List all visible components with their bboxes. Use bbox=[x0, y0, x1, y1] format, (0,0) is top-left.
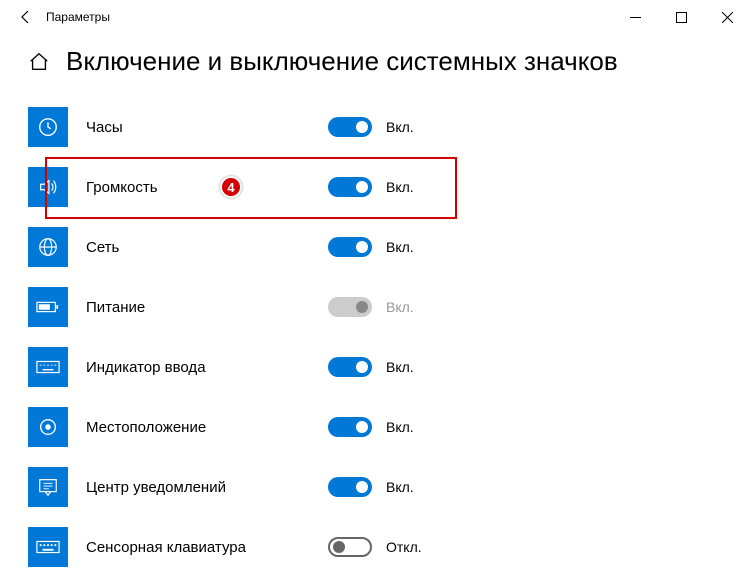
toggle-state: Вкл. bbox=[386, 119, 414, 135]
close-icon bbox=[722, 12, 733, 23]
row-power: Питание Вкл. bbox=[28, 277, 722, 337]
maximize-button[interactable] bbox=[658, 0, 704, 34]
row-input-indicator: Индикатор ввода Вкл. bbox=[28, 337, 722, 397]
window-title: Параметры bbox=[46, 10, 110, 24]
titlebar: Параметры bbox=[0, 0, 750, 34]
toggle-state: Вкл. bbox=[386, 479, 414, 495]
row-label: Местоположение bbox=[86, 419, 206, 436]
toggle-power bbox=[328, 297, 372, 317]
keyboard-icon bbox=[28, 347, 68, 387]
toggle-volume[interactable] bbox=[328, 177, 372, 197]
callout-badge: 4 bbox=[220, 176, 242, 198]
clock-icon bbox=[28, 107, 68, 147]
toggle-state: Вкл. bbox=[386, 179, 414, 195]
row-network: Сеть Вкл. bbox=[28, 217, 722, 277]
battery-icon bbox=[28, 287, 68, 327]
row-clock: Часы Вкл. bbox=[28, 97, 722, 157]
row-label: Индикатор ввода bbox=[86, 359, 206, 376]
arrow-left-icon bbox=[18, 9, 34, 25]
settings-list: Часы Вкл. Громкость 4 Вкл. Сеть Вкл. П bbox=[0, 97, 750, 577]
close-button[interactable] bbox=[704, 0, 750, 34]
row-label: Сенсорная клавиатура bbox=[86, 539, 246, 556]
toggle-network[interactable] bbox=[328, 237, 372, 257]
network-icon bbox=[28, 227, 68, 267]
back-button[interactable] bbox=[12, 3, 40, 31]
row-label: Часы bbox=[86, 119, 123, 136]
page-header: Включение и выключение системных значков bbox=[0, 34, 750, 97]
toggle-clock[interactable] bbox=[328, 117, 372, 137]
touch-keyboard-icon bbox=[28, 527, 68, 567]
action-center-icon bbox=[28, 467, 68, 507]
minimize-button[interactable] bbox=[612, 0, 658, 34]
row-volume: Громкость 4 Вкл. bbox=[28, 157, 722, 217]
home-icon[interactable] bbox=[28, 51, 50, 73]
toggle-action-center[interactable] bbox=[328, 477, 372, 497]
minimize-icon bbox=[630, 12, 641, 23]
toggle-state: Вкл. bbox=[386, 239, 414, 255]
toggle-state: Вкл. bbox=[386, 419, 414, 435]
toggle-input-indicator[interactable] bbox=[328, 357, 372, 377]
page-title: Включение и выключение системных значков bbox=[66, 46, 618, 77]
toggle-location[interactable] bbox=[328, 417, 372, 437]
row-label: Громкость bbox=[86, 179, 158, 196]
row-action-center: Центр уведомлений Вкл. bbox=[28, 457, 722, 517]
row-label: Центр уведомлений bbox=[86, 479, 226, 496]
toggle-touch-keyboard[interactable] bbox=[328, 537, 372, 557]
row-location: Местоположение Вкл. bbox=[28, 397, 722, 457]
location-icon bbox=[28, 407, 68, 447]
window-controls bbox=[612, 0, 750, 34]
toggle-state: Вкл. bbox=[386, 359, 414, 375]
row-label: Сеть bbox=[86, 239, 119, 256]
maximize-icon bbox=[676, 12, 687, 23]
row-label: Питание bbox=[86, 299, 145, 316]
toggle-state: Откл. bbox=[386, 539, 422, 555]
toggle-state: Вкл. bbox=[386, 299, 414, 315]
row-touch-keyboard: Сенсорная клавиатура Откл. bbox=[28, 517, 722, 577]
volume-icon bbox=[28, 167, 68, 207]
